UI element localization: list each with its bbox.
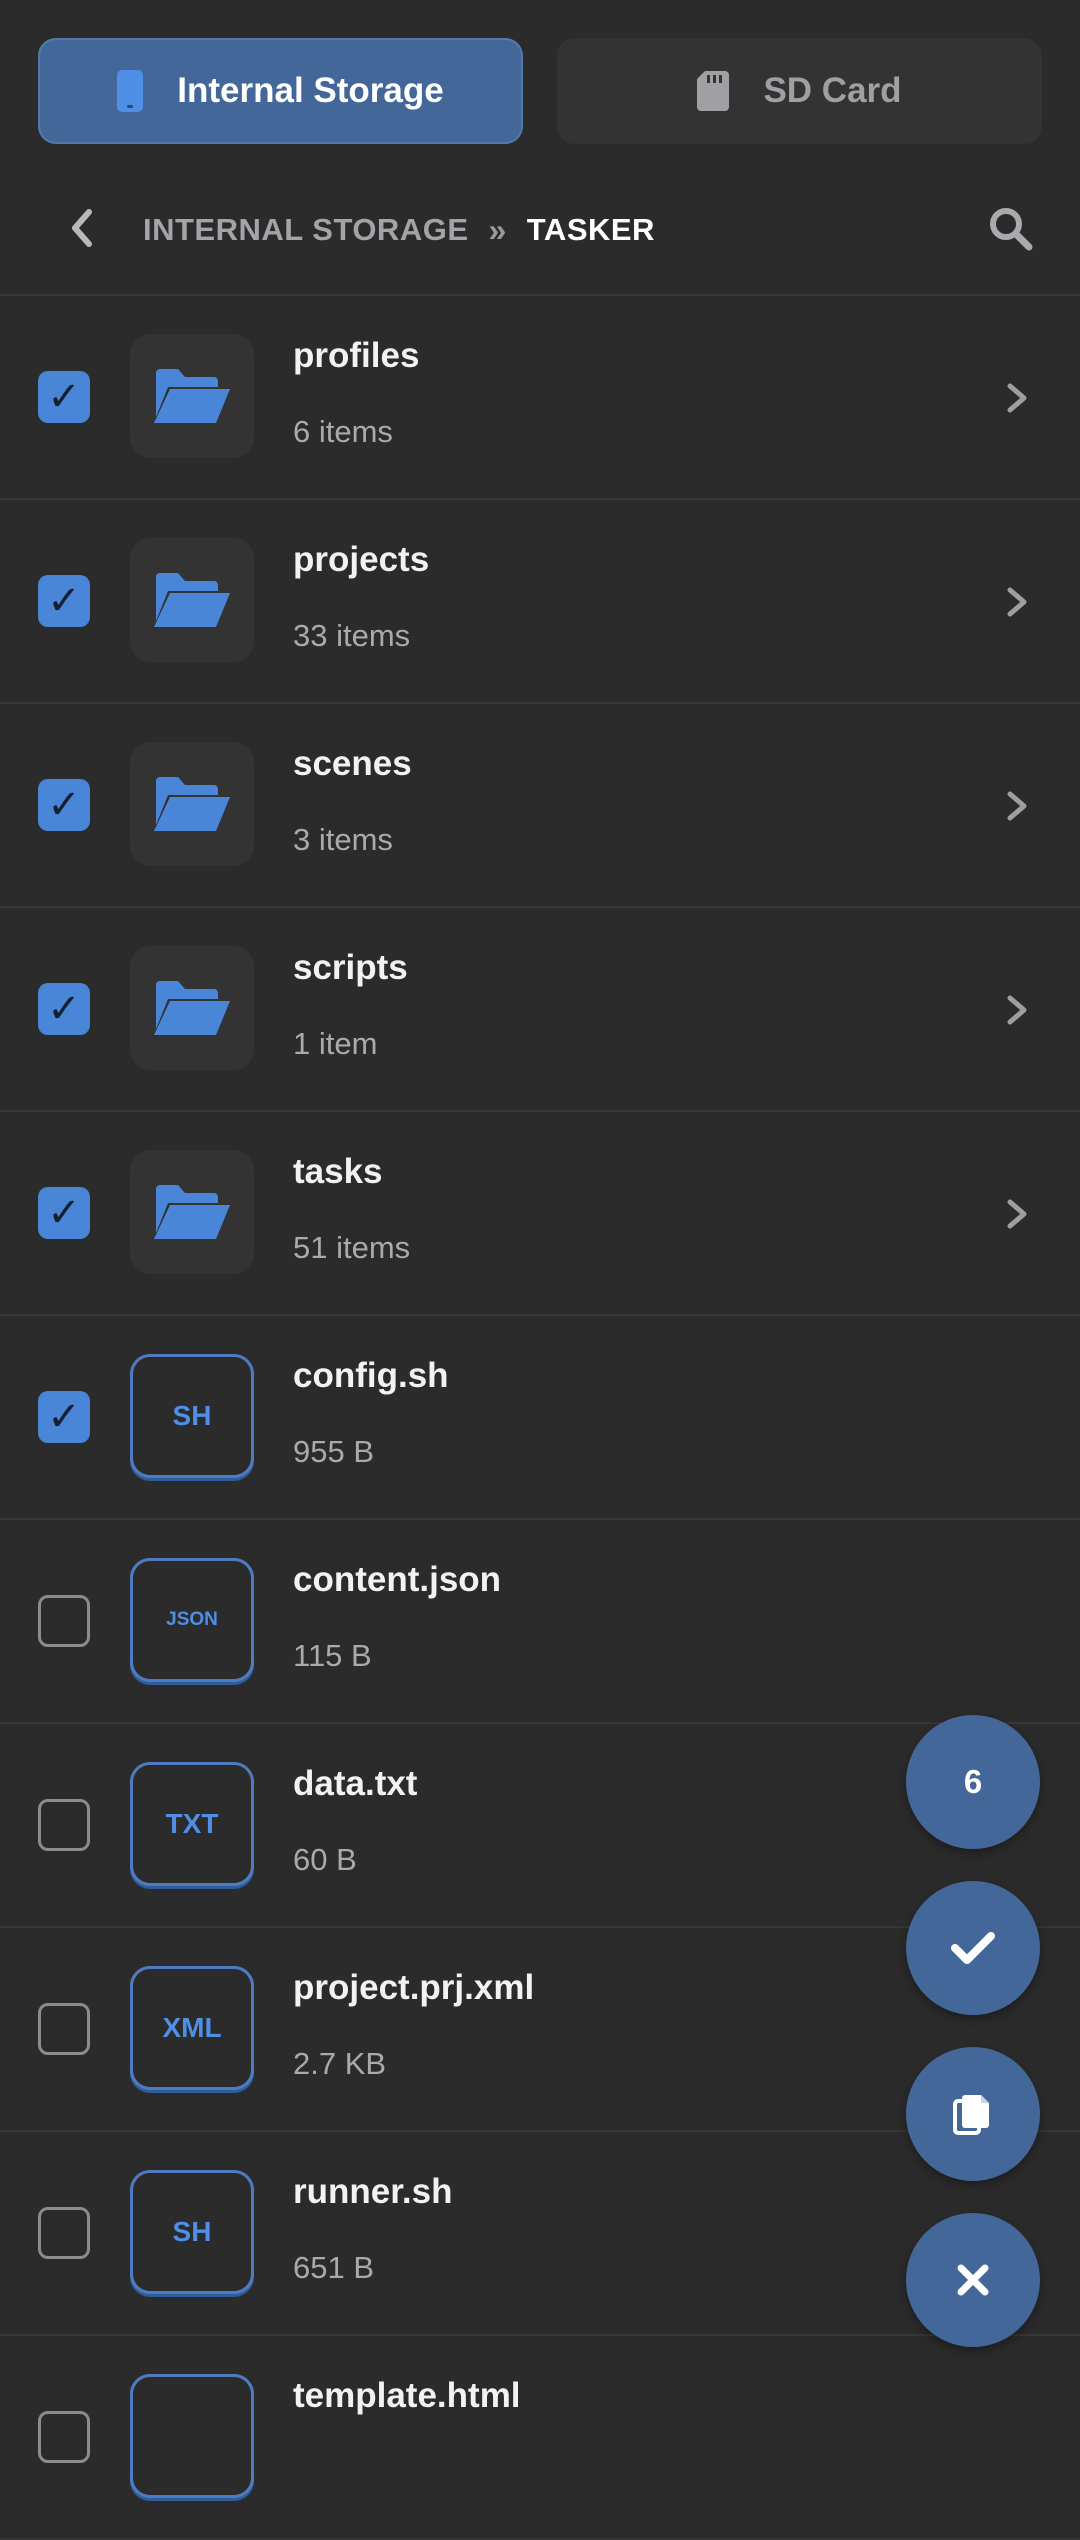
file-size: 115 B [293,1638,372,1673]
checkmark-icon: ✓ [47,1395,81,1439]
select-checkbox[interactable]: ✓ [38,371,90,423]
item-name: scripts [293,948,408,987]
copy-icon [953,2095,989,2135]
tab-internal-storage[interactable]: Internal Storage [38,38,523,144]
folder-row[interactable]: ✓ profiles 6 items [0,296,1080,500]
file-type-icon: XML [130,1966,254,2090]
chevron-right-icon[interactable] [996,582,1036,622]
select-checkbox[interactable] [38,2003,90,2055]
file-type-icon: JSON [130,1558,254,1682]
folder-row[interactable]: ✓ tasks 51 items [0,1112,1080,1316]
checkmark-icon: ✓ [47,783,81,827]
folder-row[interactable]: ✓ projects 33 items [0,500,1080,704]
file-type-icon: SH [130,2170,254,2294]
sd-card-icon [697,71,730,111]
item-name: project.prj.xml [293,1968,535,2007]
breadcrumb-current: TASKER [526,212,655,247]
file-row[interactable]: ✓ SH config.sh 955 B [0,1316,1080,1520]
breadcrumb: INTERNAL STORAGE » TASKER [0,170,1080,290]
chevron-right-icon[interactable] [996,990,1036,1030]
item-count: 6 items [293,414,393,449]
file-type-label: XML [162,2012,222,2043]
select-checkbox[interactable] [38,1595,90,1647]
copy-button[interactable] [906,2047,1040,2181]
checkmark-icon: ✓ [47,1191,81,1235]
file-type-label: SH [172,1400,212,1431]
folder-icon [130,946,254,1070]
breadcrumb-separator: » [488,211,507,248]
tab-internal-storage-label: Internal Storage [177,71,444,110]
file-type-label: SH [172,2216,212,2247]
item-name: profiles [293,336,420,375]
tab-sd-card-label: SD Card [763,71,902,110]
file-size: 651 B [293,2250,375,2285]
selection-count: 6 [963,1763,983,1800]
search-button[interactable] [978,196,1042,260]
select-checkbox[interactable]: ✓ [38,779,90,831]
select-checkbox[interactable] [38,2411,90,2463]
folder-icon [130,742,254,866]
close-icon [957,2264,989,2296]
item-count: 3 items [293,822,393,857]
folder-row[interactable]: ✓ scripts 1 item [0,908,1080,1112]
chevron-right-icon[interactable] [996,378,1036,418]
folder-icon [130,1150,254,1274]
selection-count-button[interactable]: 6 [906,1715,1040,1849]
check-icon [951,1932,995,1964]
select-checkbox[interactable]: ✓ [38,575,90,627]
chevron-left-icon [72,209,92,247]
file-row[interactable]: template.html [0,2336,1080,2540]
file-type-icon [130,2374,254,2498]
search-icon [990,208,1033,251]
folder-icon [130,334,254,458]
file-size: 60 B [293,1842,357,1877]
chevron-right-icon[interactable] [996,1194,1036,1234]
item-name: projects [293,540,430,579]
item-name: runner.sh [293,2172,453,2211]
file-size: 2.7 KB [293,2046,387,2081]
folder-row[interactable]: ✓ scenes 3 items [0,704,1080,908]
item-count: 1 item [293,1026,378,1061]
item-name: tasks [293,1152,383,1191]
file-type-label: JSON [166,1609,218,1630]
close-selection-button[interactable] [906,2213,1040,2347]
confirm-button[interactable] [906,1881,1040,2015]
item-name: content.json [293,1560,502,1599]
checkmark-icon: ✓ [47,375,81,419]
folder-icon [130,538,254,662]
select-checkbox[interactable]: ✓ [38,1391,90,1443]
file-type-icon: TXT [130,1762,254,1886]
chevron-right-icon[interactable] [996,786,1036,826]
checkmark-icon: ✓ [47,579,81,623]
select-checkbox[interactable]: ✓ [38,1187,90,1239]
item-name: template.html [293,2376,521,2415]
item-name: scenes [293,744,412,783]
item-name: config.sh [293,1356,449,1395]
item-count: 33 items [293,618,411,653]
select-checkbox[interactable] [38,1799,90,1851]
item-count: 51 items [293,1230,411,1265]
storage-tabs: Internal Storage SD Card [38,38,1042,144]
checkmark-icon: ✓ [47,987,81,1031]
tab-sd-card[interactable]: SD Card [557,38,1042,144]
item-name: data.txt [293,1764,418,1803]
file-type-label: TXT [165,1808,219,1839]
file-row[interactable]: JSON content.json 115 B [0,1520,1080,1724]
select-checkbox[interactable]: ✓ [38,983,90,1035]
file-size: 955 B [293,1434,375,1469]
back-button[interactable] [52,198,112,258]
breadcrumb-root[interactable]: INTERNAL STORAGE [143,212,469,248]
phone-icon [117,70,144,112]
file-type-icon: SH [130,1354,254,1478]
select-checkbox[interactable] [38,2207,90,2259]
file-list: ✓ profiles 6 items ✓ projects 33 items ✓ scenes… [0,296,1080,2540]
